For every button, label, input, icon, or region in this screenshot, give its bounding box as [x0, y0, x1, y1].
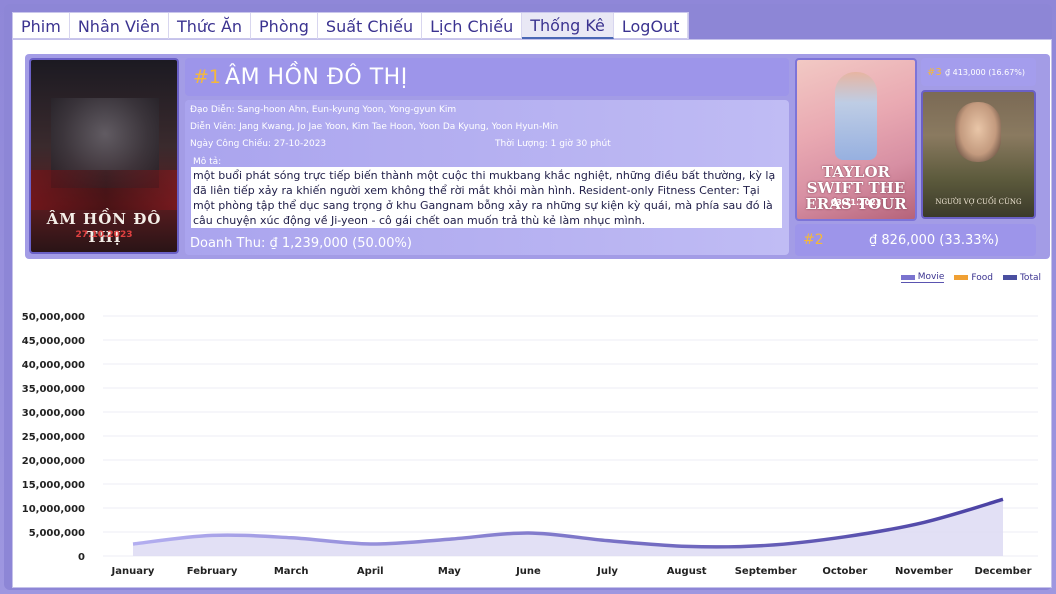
top1-poster-title: ÂM HỒN ĐÔ THỊ — [46, 210, 162, 246]
top1-poster-date: 27.10.2023 — [75, 230, 133, 240]
revenue-value: ₫ 1,239,000 (50.00%) — [269, 236, 412, 251]
y-tick-label: 30,000,000 — [22, 408, 85, 419]
cast-line: Diễn Viên: Jang Kwang, Jo Jae Yoon, Kim … — [190, 122, 559, 132]
x-tick-label: March — [274, 566, 309, 577]
y-tick-label: 25,000,000 — [22, 432, 85, 443]
top2-rank: #2 — [803, 232, 824, 248]
y-tick-label: 35,000,000 — [22, 384, 85, 395]
x-tick-label: December — [974, 566, 1031, 577]
legend-movie-swatch — [900, 274, 915, 280]
top2-revenue: ₫ 826,000 (33.33%) — [869, 232, 1000, 248]
x-tick-label: July — [596, 566, 618, 577]
x-tick-label: August — [667, 566, 707, 577]
release-line: Ngày Công Chiếu: 27-10-2023 — [190, 139, 327, 149]
legend-movie[interactable]: Movie — [900, 272, 945, 283]
top1-poster: ÂM HỒN ĐÔ THỊ 27.10.2023 — [29, 58, 179, 254]
legend-food-swatch — [954, 275, 969, 280]
poster-blood-art — [31, 170, 177, 210]
top3-poster-title: NGƯỜI VỢ CUỐI CÙNG — [935, 198, 1022, 206]
tab-phong[interactable]: Phòng — [251, 13, 318, 39]
description-label: Mô tả: — [193, 157, 222, 167]
top3-revenue: ₫ 413,000 (16.67%) — [945, 67, 1026, 77]
x-tick-label: February — [187, 566, 238, 577]
y-tick-label: 40,000,000 — [22, 360, 85, 371]
x-tick-label: October — [822, 566, 867, 577]
tab-phim[interactable]: Phim — [13, 13, 70, 39]
tab-logout[interactable]: LogOut — [614, 13, 689, 39]
tab-lich-chieu[interactable]: Lịch Chiếu — [422, 13, 523, 39]
legend-food[interactable]: Food — [954, 272, 993, 283]
tab-thuc-an[interactable]: Thức Ăn — [169, 13, 252, 39]
x-tick-label: May — [438, 566, 461, 577]
tab-bar: Phim Nhân Viên Thức Ăn Phòng Suất Chiếu … — [12, 12, 690, 39]
legend-total-label: Total — [1019, 272, 1041, 283]
legend-total-swatch — [1002, 275, 1017, 280]
statistics-panel: ÂM HỒN ĐÔ THỊ 27.10.2023 #1 ÂM HỒN ĐÔ TH… — [12, 39, 1052, 588]
y-tick-label: 10,000,000 — [22, 504, 85, 515]
x-tick-label: April — [357, 566, 384, 577]
revenue-label: Doanh Thu: — [190, 236, 266, 251]
y-tick-label: 20,000,000 — [22, 456, 85, 467]
director-line: Đạo Diễn: Sang-hoon Ahn, Eun-kyung Yoon,… — [190, 105, 457, 115]
y-tick-label: 5,000,000 — [29, 528, 85, 539]
y-tick-label: 45,000,000 — [22, 336, 85, 347]
top1-rank: #1 — [193, 66, 222, 88]
legend-total[interactable]: Total — [1002, 272, 1041, 283]
top1-info-box: Đạo Diễn: Sang-hoon Ahn, Eun-kyung Yoon,… — [185, 100, 789, 255]
x-tick-label: November — [895, 566, 953, 577]
poster-face-art — [955, 102, 1001, 162]
top1-title: ÂM HỒN ĐÔ THỊ — [225, 64, 408, 90]
legend-movie-label: Movie — [917, 272, 945, 282]
description-text: một buổi phát sóng trực tiếp biến thành … — [191, 167, 782, 228]
top2-poster: TAYLOR SWIFT THE ERAS TOUR 03.11.2023 — [795, 58, 917, 221]
top-movies-box: ÂM HỒN ĐÔ THỊ 27.10.2023 #1 ÂM HỒN ĐÔ TH… — [25, 54, 1050, 259]
tab-thong-ke[interactable]: Thống Kê — [522, 13, 614, 39]
y-tick-label: 50,000,000 — [22, 312, 85, 323]
window-frame: Phim Nhân Viên Thức Ăn Phòng Suất Chiếu … — [4, 4, 1052, 590]
top1-title-bar: #1 ÂM HỒN ĐÔ THỊ — [185, 58, 789, 96]
y-tick-label: 0 — [78, 552, 85, 563]
legend-food-label: Food — [971, 272, 993, 283]
top1-revenue: Doanh Thu: ₫ 1,239,000 (50.00%) — [190, 236, 412, 251]
tab-suat-chieu[interactable]: Suất Chiếu — [318, 13, 423, 39]
x-tick-label: September — [735, 566, 797, 577]
chart-legend: Movie Food Total — [900, 272, 1041, 283]
x-tick-label: January — [111, 566, 155, 577]
duration-line: Thời Lượng: 1 giờ 30 phút — [495, 139, 611, 149]
poster-figure-art — [835, 72, 877, 160]
top2-poster-date: 03.11.2023 — [830, 198, 882, 207]
top3-rank: #3 — [927, 66, 942, 78]
top2-revenue-box: #2 ₫ 826,000 (33.33%) — [795, 224, 1036, 256]
top3-poster: NGƯỜI VỢ CUỐI CÙNG — [921, 90, 1036, 219]
x-tick-label: June — [515, 566, 541, 577]
top3-revenue-box: #3 ₫ 413,000 (16.67%) — [921, 58, 1036, 86]
revenue-chart: 0 5,000,000 10,000,000 15,000,000 20,000,000… — [22, 312, 1038, 577]
tab-nhan-vien[interactable]: Nhân Viên — [70, 13, 169, 39]
y-tick-label: 15,000,000 — [22, 480, 85, 491]
